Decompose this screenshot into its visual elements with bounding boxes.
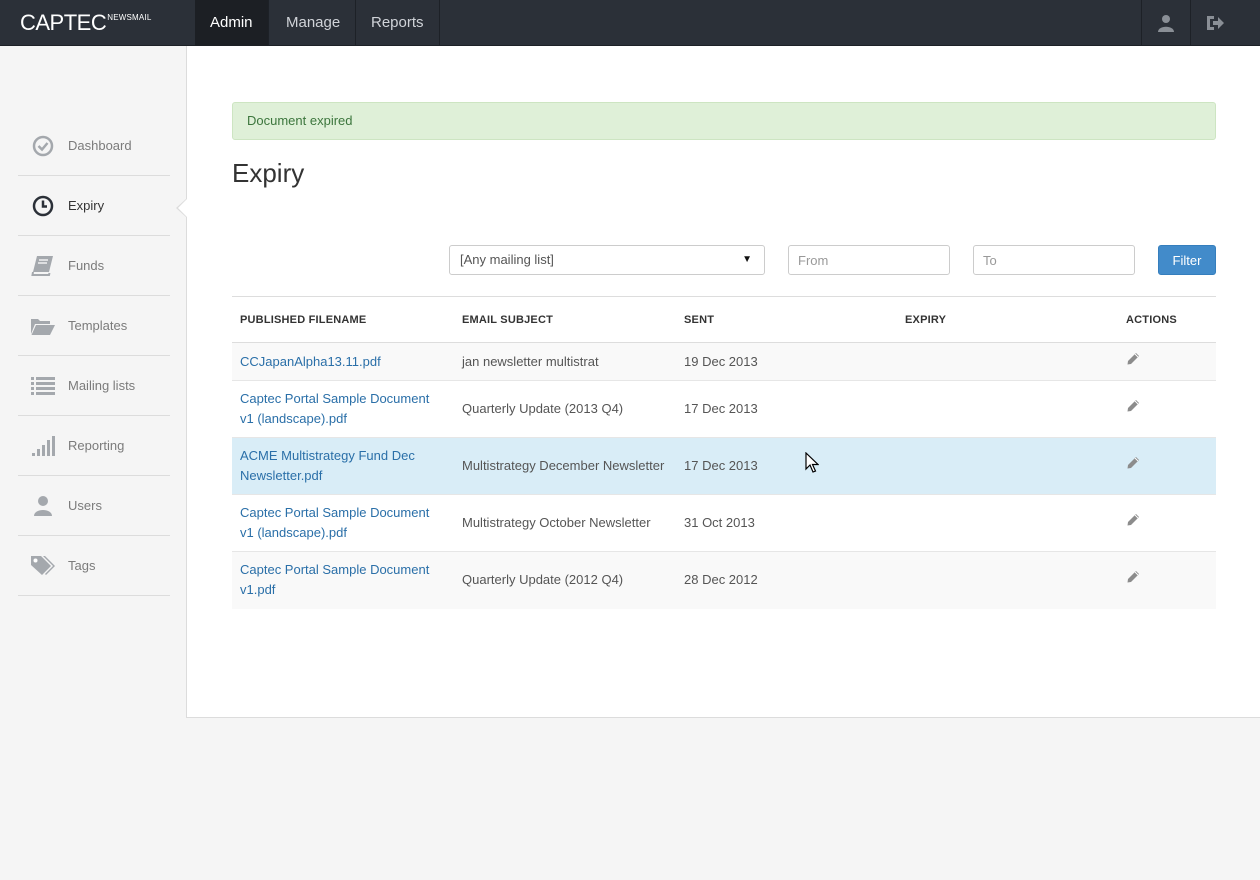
sent-date: 19 Dec 2013 — [684, 353, 758, 369]
user-icon — [34, 495, 52, 516]
col-header-subject: EMAIL SUBJECT — [454, 296, 676, 343]
sidebar-item-mailing-lists[interactable]: Mailing lists — [18, 356, 170, 416]
brand-name: CAPTEC — [20, 10, 107, 35]
table-row: Captec Portal Sample Document v1 (landsc… — [232, 495, 1216, 552]
brand-logo[interactable]: CAPTEC NEWSMAIL — [20, 9, 152, 37]
table-row: Captec Portal Sample Document v1.pdf Qua… — [232, 551, 1216, 609]
user-menu-button[interactable] — [1141, 0, 1190, 46]
col-header-expiry: EXPIRY — [897, 296, 1118, 343]
table-row: CCJapanAlpha13.11.pdf jan newsletter mul… — [232, 342, 1216, 381]
sidebar-item-label: Expiry — [68, 198, 105, 213]
pencil-icon[interactable] — [1126, 456, 1140, 476]
sidebar-item-expiry[interactable]: Expiry — [18, 176, 170, 236]
sidebar-item-templates[interactable]: Templates — [18, 296, 170, 356]
sidebar-item-label: Dashboard — [68, 138, 132, 153]
clock-icon — [32, 195, 54, 216]
success-alert: Document expired — [232, 102, 1216, 140]
mouse-cursor-icon — [805, 452, 819, 473]
list-icon — [31, 376, 55, 395]
sidebar-item-label: Reporting — [68, 438, 125, 453]
from-date-input[interactable] — [788, 245, 950, 275]
sidebar-item-reporting[interactable]: Reporting — [18, 416, 170, 476]
sidebar-item-label: Templates — [68, 318, 128, 333]
pencil-icon[interactable] — [1126, 352, 1140, 372]
sent-date: 31 Oct 2013 — [684, 515, 755, 530]
mailing-list-select-value: [Any mailing list] — [460, 252, 554, 267]
folder-open-icon — [31, 318, 55, 335]
email-subject: Multistrategy October Newsletter — [462, 515, 651, 530]
filename-link[interactable]: Captec Portal Sample Document v1.pdf — [240, 562, 429, 597]
book-icon — [31, 255, 53, 276]
filter-button[interactable]: Filter — [1158, 245, 1216, 275]
page-title: Expiry — [232, 158, 305, 188]
check-circle-icon — [32, 135, 54, 156]
filename-link[interactable]: Captec Portal Sample Document v1 (landsc… — [240, 505, 429, 540]
email-subject: jan newsletter multistrat — [462, 353, 599, 369]
table-header-row: PUBLISHED FILENAME EMAIL SUBJECT SENT EX… — [232, 296, 1216, 343]
sidebar-item-label: Mailing lists — [68, 378, 136, 393]
to-date-input[interactable] — [973, 245, 1135, 275]
logout-icon — [1207, 16, 1224, 30]
expiry-table: PUBLISHED FILENAME EMAIL SUBJECT SENT EX… — [232, 296, 1216, 609]
expiry-date — [897, 343, 1118, 381]
sidebar-item-tags[interactable]: Tags — [18, 536, 170, 596]
filename-link[interactable]: ACME Multistrategy Fund Dec Newsletter.p… — [240, 448, 415, 483]
signal-bars-icon — [32, 435, 55, 456]
nav-tab-manage[interactable]: Manage — [271, 0, 357, 46]
sidebar-item-funds[interactable]: Funds — [18, 236, 170, 296]
email-subject: Quarterly Update (2012 Q4) — [462, 572, 624, 588]
col-header-sent: SENT — [676, 296, 897, 343]
table-row: ACME Multistrategy Fund Dec Newsletter.p… — [232, 437, 1216, 495]
nav-tab-admin[interactable]: Admin — [195, 0, 269, 46]
sidebar-item-label: Users — [68, 498, 102, 513]
sent-date: 17 Dec 2013 — [684, 401, 758, 416]
sidebar-item-label: Tags — [68, 558, 96, 573]
expiry-date — [897, 438, 1118, 495]
col-header-actions: ACTIONS — [1118, 296, 1216, 343]
caret-down-icon: ▼ — [742, 254, 752, 265]
table-row: Captec Portal Sample Document v1 (landsc… — [232, 381, 1216, 438]
brand-sub: NEWSMAIL — [107, 13, 152, 22]
pencil-icon[interactable] — [1126, 399, 1140, 419]
sent-date: 28 Dec 2012 — [684, 572, 758, 588]
sidebar-item-dashboard[interactable]: Dashboard — [18, 116, 170, 176]
expiry-date — [897, 495, 1118, 552]
sidebar-item-label: Funds — [68, 258, 105, 273]
nav-tab-reports[interactable]: Reports — [356, 0, 440, 46]
pencil-icon[interactable] — [1126, 570, 1140, 590]
expiry-date — [897, 552, 1118, 609]
pencil-icon[interactable] — [1126, 513, 1140, 533]
filename-link[interactable]: Captec Portal Sample Document v1 (landsc… — [240, 391, 429, 426]
col-header-filename: PUBLISHED FILENAME — [232, 296, 454, 343]
sidebar: Dashboard Expiry Funds Templates Mailing… — [18, 116, 170, 596]
logout-button[interactable] — [1190, 0, 1260, 46]
filename-link[interactable]: CCJapanAlpha13.11.pdf — [240, 354, 381, 369]
email-subject: Quarterly Update (2013 Q4) — [462, 401, 624, 416]
mailing-list-select[interactable]: [Any mailing list] ▼ — [449, 245, 765, 275]
expiry-date — [897, 381, 1118, 438]
top-navbar: CAPTEC NEWSMAIL Admin Manage Reports — [0, 0, 1260, 46]
active-indicator-fill — [178, 199, 187, 217]
email-subject: Multistrategy December Newsletter — [462, 458, 665, 473]
sidebar-item-users[interactable]: Users — [18, 476, 170, 536]
sent-date: 17 Dec 2013 — [684, 458, 758, 473]
tags-icon — [31, 555, 55, 575]
user-icon — [1158, 15, 1174, 32]
